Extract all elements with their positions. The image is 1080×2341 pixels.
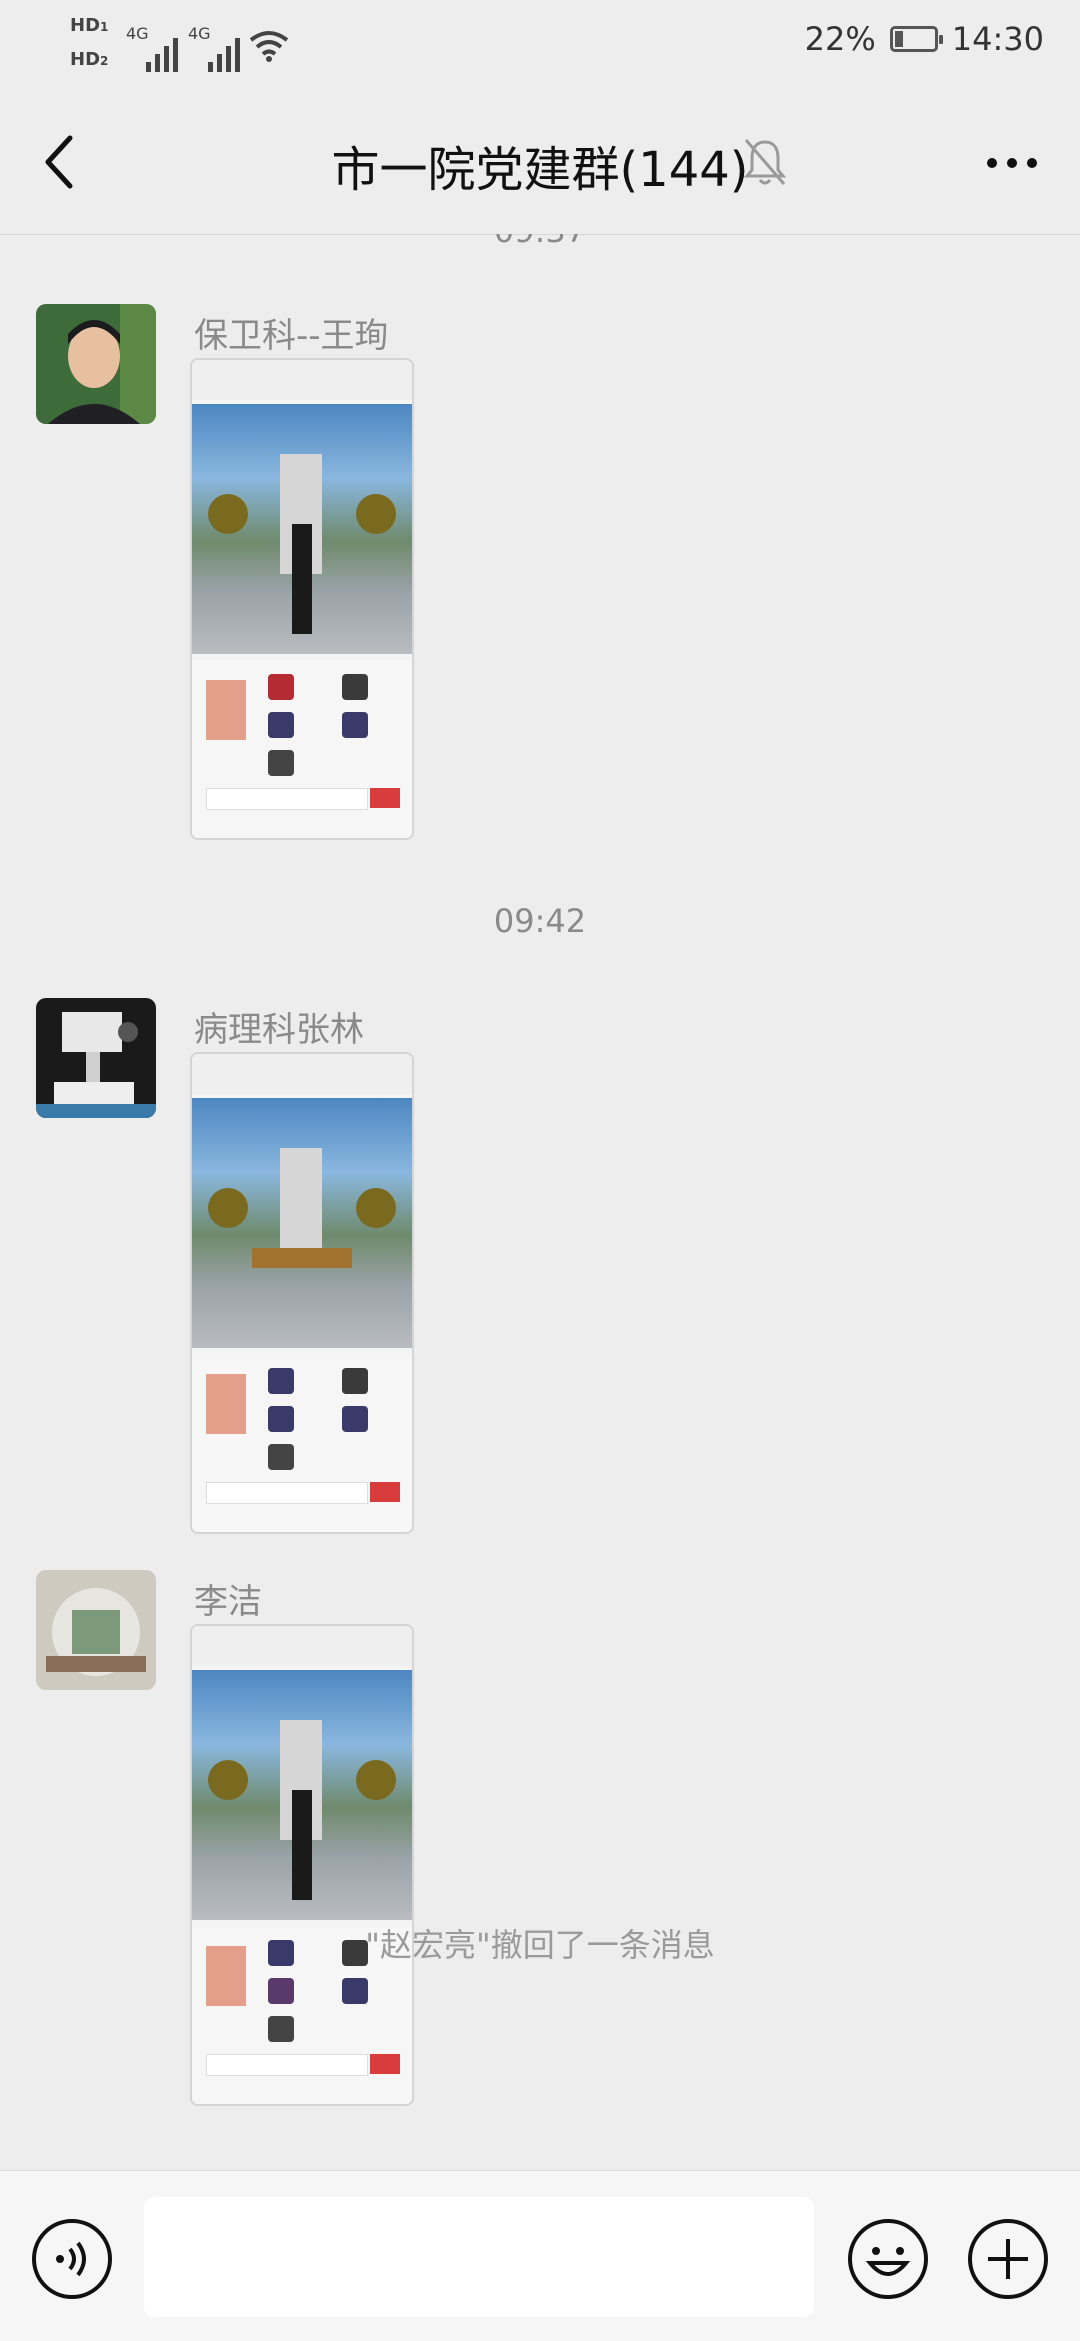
avatar[interactable] — [36, 1570, 156, 1690]
sender-name: 保卫科--王珣 — [194, 316, 389, 356]
signal-bars-2-icon — [208, 32, 240, 72]
time-divider-partial: 09:37 — [0, 234, 1080, 250]
more-dots-icon[interactable] — [984, 148, 1040, 178]
image-message[interactable] — [190, 1052, 414, 1534]
sim1-indicator: HD1 — [70, 14, 108, 38]
chat-area[interactable]: 09:37 保卫科--王珣 — [0, 234, 1080, 2170]
status-bar: HD1 HD2 4G 4G 22% 14:30 — [0, 0, 1080, 92]
sim2-indicator: HD2 — [70, 48, 108, 72]
sim1-label: HD — [70, 15, 101, 36]
avatar[interactable] — [36, 304, 156, 424]
image-message[interactable] — [190, 358, 414, 840]
voice-icon[interactable] — [30, 2217, 114, 2301]
clock: 14:30 — [951, 20, 1044, 58]
input-bar — [0, 2170, 1080, 2341]
sender-name: 李洁 — [194, 1582, 262, 1622]
plus-circle-icon[interactable] — [966, 2217, 1050, 2301]
message-input[interactable] — [144, 2197, 814, 2317]
status-right: 22% 14:30 — [805, 20, 1044, 58]
wifi-icon — [249, 31, 289, 62]
signal-bars-1-icon — [146, 32, 178, 72]
chat-header: 市一院党建群(144) — [0, 92, 1080, 235]
sim2-num: 2 — [100, 54, 109, 68]
recall-notice: "赵宏亮"撤回了一条消息 — [365, 1926, 715, 1964]
sim2-label: HD — [70, 49, 101, 70]
bell-muted-icon — [743, 139, 787, 185]
image-message[interactable] — [190, 1624, 414, 2106]
battery-icon — [889, 26, 943, 52]
sender-name: 病理科张林 — [194, 1010, 364, 1050]
battery-percent: 22% — [804, 20, 876, 58]
avatar[interactable] — [36, 998, 156, 1118]
chat-title: 市一院党建群(144) — [331, 142, 749, 198]
sim1-num: 1 — [100, 20, 109, 34]
emoji-icon[interactable] — [846, 2217, 930, 2301]
battery-fill — [894, 31, 904, 47]
time-divider: 09:42 — [493, 902, 587, 940]
